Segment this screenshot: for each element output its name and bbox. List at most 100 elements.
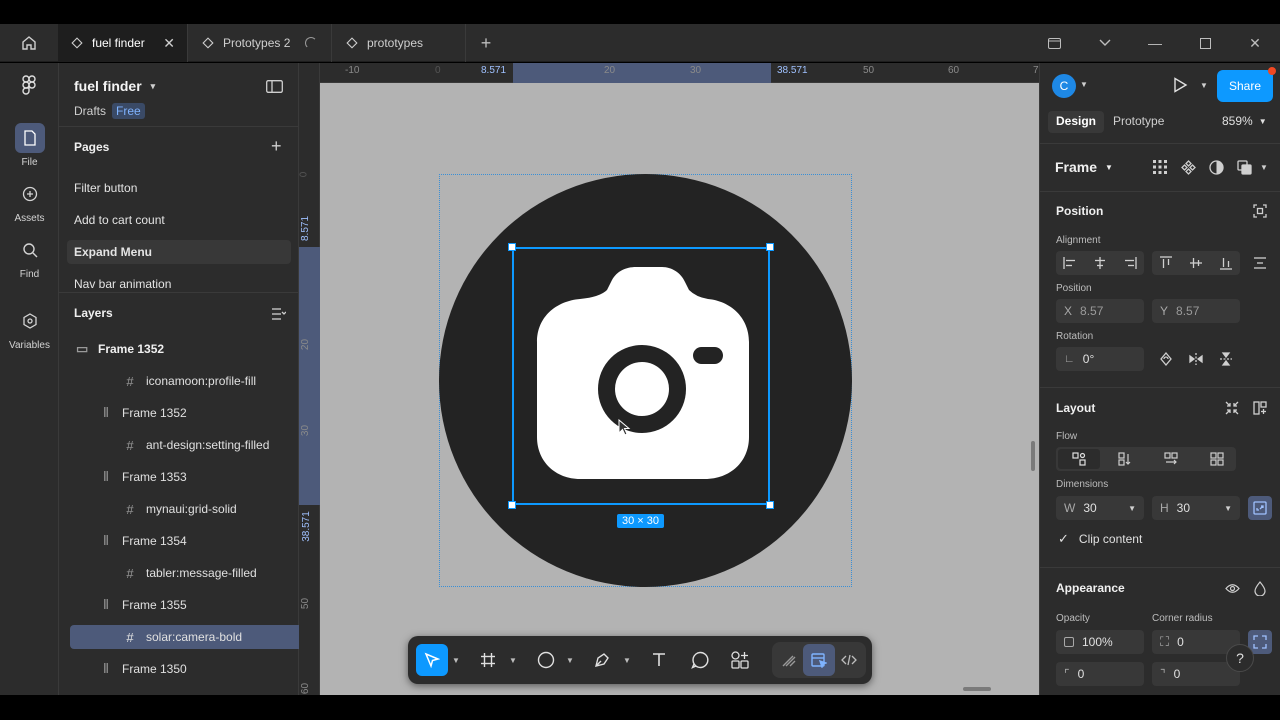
canvas[interactable]: 30 × 30: [320, 83, 1039, 695]
blend-mode-icon[interactable]: [1252, 580, 1268, 596]
new-tab-button[interactable]: +: [478, 33, 494, 53]
scrollbar-vertical[interactable]: [1031, 441, 1035, 471]
chevron-down-icon[interactable]: ▼: [623, 656, 631, 665]
grid-icon[interactable]: [1152, 159, 1168, 175]
comment-tool-button[interactable]: [684, 644, 716, 676]
clip-content-checkbox[interactable]: ✓ Clip content: [1058, 531, 1142, 547]
layer-row[interactable]: ⫴ Frame 1352: [100, 401, 186, 425]
layer-row[interactable]: ⫴ Frame 1353: [100, 465, 186, 489]
flow-horizontal-icon[interactable]: [1163, 451, 1179, 467]
layout-grid-icon[interactable]: [1252, 400, 1268, 416]
minimize-icon[interactable]: —: [1147, 35, 1163, 51]
chevron-down-icon[interactable]: ▼: [452, 656, 460, 665]
resize-handle[interactable]: [766, 501, 774, 509]
file-name-button[interactable]: fuel finder ▾: [74, 78, 155, 94]
opacity-field[interactable]: 100%: [1056, 630, 1144, 654]
layer-row[interactable]: # ant-design:setting-filled: [124, 433, 269, 457]
chevron-down-icon[interactable]: ▼: [509, 656, 517, 665]
chevron-down-icon[interactable]: ▼: [1128, 504, 1136, 513]
constrain-proportions-button[interactable]: [1248, 496, 1272, 520]
rail-find[interactable]: Find: [0, 235, 59, 280]
constraints-icon[interactable]: [1252, 203, 1268, 219]
scrollbar-horizontal[interactable]: [963, 687, 991, 691]
tab-fuel-finder[interactable]: fuel finder ✕: [58, 24, 188, 62]
rotation-field[interactable]: ∟ 0°: [1056, 347, 1144, 371]
layer-row[interactable]: ▭ Frame 1352: [76, 337, 164, 361]
rail-file[interactable]: File: [0, 123, 59, 168]
tab-prototypes[interactable]: prototypes: [333, 24, 466, 62]
width-field[interactable]: W 30 ▼: [1056, 496, 1144, 520]
align-bottom-icon[interactable]: [1218, 255, 1234, 271]
page-item[interactable]: Filter button: [67, 176, 291, 200]
corner-top-right-field[interactable]: ⌝ 0: [1152, 662, 1240, 686]
draw-mode-button[interactable]: [773, 644, 805, 676]
tab-prototype[interactable]: Prototype: [1113, 114, 1164, 128]
chevron-down-icon[interactable]: [1097, 35, 1113, 51]
sidebar-toggle-icon[interactable]: [266, 80, 283, 98]
layer-row[interactable]: # mynaui:grid-solid: [124, 497, 236, 521]
rotate-icon[interactable]: [1158, 351, 1174, 367]
add-page-button[interactable]: +: [271, 136, 282, 157]
ellipse-tool-button[interactable]: [530, 644, 562, 676]
help-button[interactable]: ?: [1226, 644, 1254, 672]
present-button[interactable]: [1172, 77, 1188, 98]
flow-grid-icon[interactable]: [1209, 451, 1225, 467]
flip-vertical-icon[interactable]: [1218, 351, 1234, 367]
selection-box[interactable]: [512, 247, 770, 505]
layer-row[interactable]: ⫴ Frame 1355: [100, 593, 186, 617]
align-left-icon[interactable]: [1062, 255, 1078, 271]
mask-icon[interactable]: [1208, 159, 1224, 175]
corner-top-left-field[interactable]: ⌜ 0: [1056, 662, 1144, 686]
rail-variables[interactable]: Variables: [0, 306, 59, 351]
avatar[interactable]: C: [1052, 74, 1076, 98]
chevron-down-icon[interactable]: ▼: [1224, 504, 1232, 513]
components-tool-button[interactable]: [724, 644, 756, 676]
file-location[interactable]: Drafts: [74, 104, 106, 118]
align-center-v-icon[interactable]: [1188, 255, 1204, 271]
window-close-icon[interactable]: ✕: [1247, 35, 1263, 51]
flow-freeform-button[interactable]: [1058, 449, 1100, 469]
layer-row[interactable]: # iconamoon:profile-fill: [124, 369, 256, 393]
maximize-icon[interactable]: [1197, 35, 1213, 51]
align-right-icon[interactable]: [1122, 255, 1138, 271]
height-field[interactable]: H 30 ▼: [1152, 496, 1240, 520]
align-top-icon[interactable]: [1158, 255, 1174, 271]
tab-design[interactable]: Design: [1048, 111, 1105, 133]
frame-type-dropdown[interactable]: Frame ▼: [1055, 159, 1113, 175]
rail-assets[interactable]: Assets: [0, 179, 59, 224]
align-center-h-icon[interactable]: [1092, 255, 1108, 271]
layer-row[interactable]: ⫴ Frame 1350: [100, 657, 186, 681]
text-tool-button[interactable]: [643, 644, 675, 676]
y-field[interactable]: Y 8.57: [1152, 299, 1240, 323]
component-icon[interactable]: [1180, 159, 1196, 175]
tab-prototypes-2[interactable]: Prototypes 2: [189, 24, 332, 62]
library-icon[interactable]: [1046, 35, 1062, 51]
zoom-dropdown[interactable]: 859% ▼: [1222, 114, 1267, 128]
home-button[interactable]: [0, 24, 58, 62]
distribute-icon[interactable]: [1252, 255, 1268, 271]
move-tool-button[interactable]: [416, 644, 448, 676]
layer-row-selected[interactable]: # solar:camera-bold: [70, 625, 299, 649]
devmode-button[interactable]: [803, 644, 835, 676]
boolean-icon[interactable]: [1236, 159, 1252, 175]
chevron-down-icon[interactable]: ▼: [566, 656, 574, 665]
flip-horizontal-icon[interactable]: [1188, 351, 1204, 367]
code-mode-button[interactable]: [833, 644, 865, 676]
eye-icon[interactable]: [1224, 580, 1240, 596]
share-button[interactable]: Share: [1217, 70, 1273, 102]
x-field[interactable]: X 8.57: [1056, 299, 1144, 323]
collapse-icon[interactable]: [1224, 400, 1240, 416]
chevron-down-icon[interactable]: ▼: [1200, 81, 1208, 90]
close-icon[interactable]: ✕: [163, 35, 175, 52]
frame-tool-button[interactable]: [472, 644, 504, 676]
chevron-down-icon[interactable]: ▼: [1260, 163, 1268, 172]
resize-handle[interactable]: [766, 243, 774, 251]
layer-row[interactable]: # tabler:message-filled: [124, 561, 256, 585]
layer-row[interactable]: ⫴ Frame 1354: [100, 529, 186, 553]
flow-vertical-icon[interactable]: [1117, 451, 1133, 467]
resize-handle[interactable]: [508, 243, 516, 251]
figma-menu-button[interactable]: [14, 75, 44, 99]
pen-tool-button[interactable]: [586, 644, 618, 676]
collapse-layers-icon[interactable]: [272, 307, 287, 325]
chevron-down-icon[interactable]: ▼: [1080, 80, 1088, 89]
